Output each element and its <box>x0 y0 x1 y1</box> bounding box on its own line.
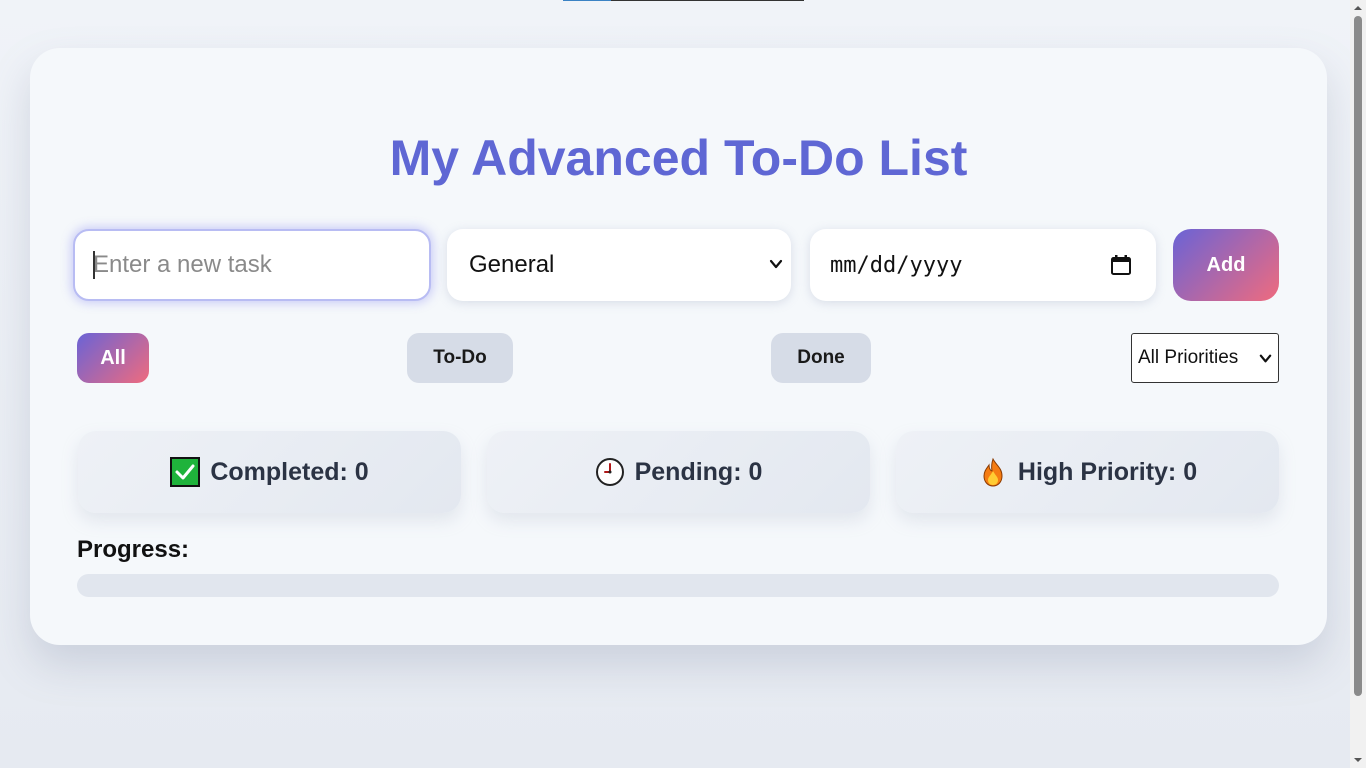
filter-row: All To-Do Done All Priorities <box>77 333 1279 383</box>
top-strip-accent <box>563 0 611 1</box>
page-title: My Advanced To-Do List <box>389 130 968 186</box>
pending-stat-card: Pending: 0 <box>487 431 870 513</box>
check-box-icon <box>170 457 201 487</box>
date-placeholder: mm/dd/yyyy <box>830 252 963 278</box>
calendar-icon[interactable] <box>1110 254 1132 276</box>
priority-filter-select[interactable]: All Priorities <box>1131 333 1279 383</box>
todo-card: My Advanced To-Do List General mm/dd/yyy… <box>30 48 1327 645</box>
scrollbar-thumb[interactable] <box>1354 16 1362 696</box>
progress-bar <box>77 574 1279 597</box>
scroll-down-arrow-icon[interactable] <box>1353 755 1363 765</box>
pending-stat-label: Pending: 0 <box>634 457 763 486</box>
task-input[interactable] <box>73 229 431 301</box>
add-task-button[interactable]: Add <box>1173 229 1279 301</box>
high-priority-stat-card: High Priority: 0 <box>896 431 1279 513</box>
completed-stat-label: Completed: 0 <box>210 457 369 486</box>
task-input-row: General mm/dd/yyyy Add <box>73 229 1279 301</box>
due-date-field[interactable]: mm/dd/yyyy <box>810 229 1156 301</box>
progress-label: Progress: <box>77 536 190 563</box>
chevron-down-icon <box>1259 354 1272 363</box>
scroll-up-arrow-icon[interactable] <box>1353 3 1363 13</box>
filter-all-button[interactable]: All <box>77 333 149 383</box>
text-caret <box>93 251 95 279</box>
clock-icon <box>595 458 624 486</box>
category-select-value: General <box>469 251 555 278</box>
filter-todo-button[interactable]: To-Do <box>407 333 513 383</box>
filter-done-button[interactable]: Done <box>771 333 871 383</box>
stats-row: Completed: 0 Pending: 0 High Priority: 0 <box>78 431 1279 513</box>
high-priority-stat-label: High Priority: 0 <box>1017 457 1198 486</box>
browser-top-strip <box>563 0 804 1</box>
chevron-down-icon <box>769 259 783 269</box>
page-scrollbar[interactable] <box>1350 0 1366 768</box>
category-select[interactable]: General <box>447 229 791 301</box>
fire-icon <box>983 457 1003 487</box>
priority-select-value: All Priorities <box>1138 347 1239 368</box>
completed-stat-card: Completed: 0 <box>78 431 461 513</box>
